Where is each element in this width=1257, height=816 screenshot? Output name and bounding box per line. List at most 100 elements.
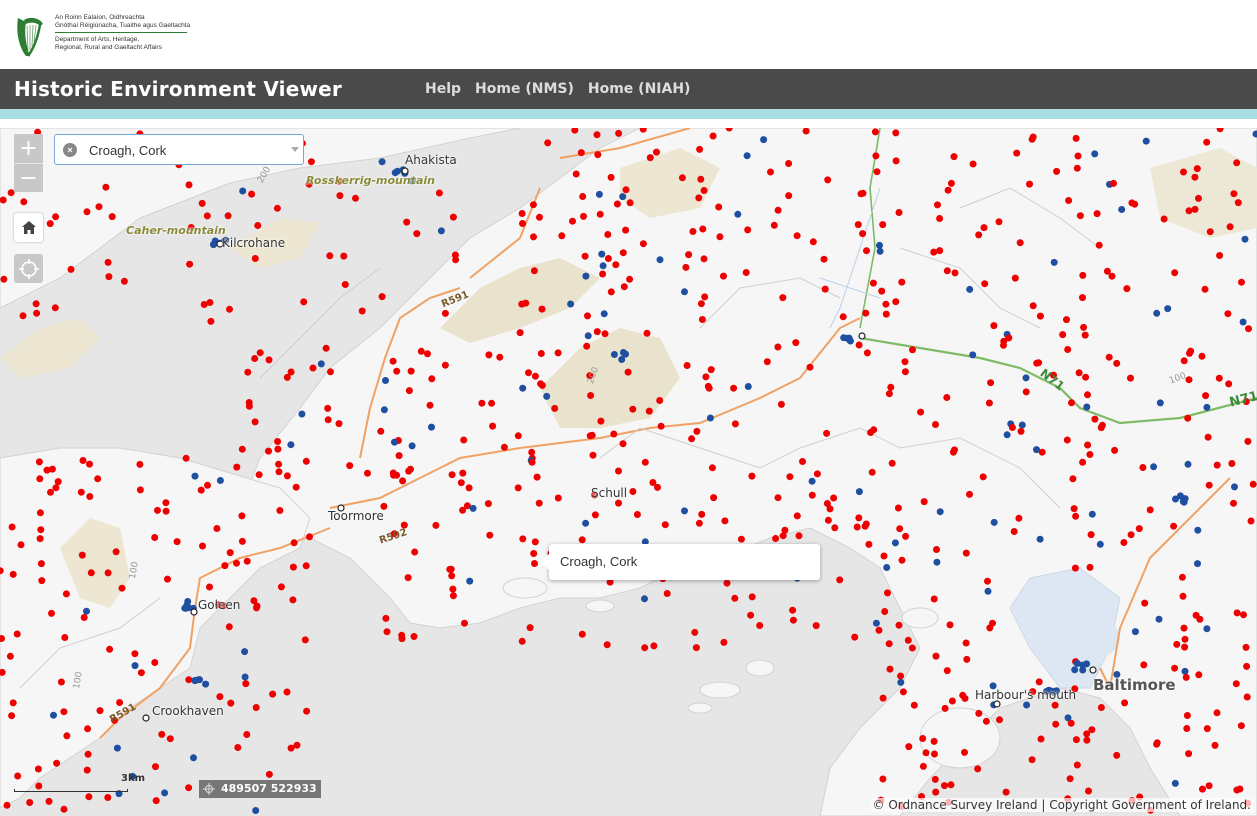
site-marker[interactable]: [34, 765, 42, 773]
site-marker[interactable]: [615, 499, 622, 507]
site-marker[interactable]: [417, 347, 425, 355]
site-marker[interactable]: [615, 129, 623, 137]
site-marker[interactable]: [1230, 499, 1237, 507]
site-marker[interactable]: [51, 304, 59, 312]
site-marker[interactable]: [1023, 701, 1031, 709]
site-marker[interactable]: [682, 263, 690, 271]
site-marker[interactable]: [961, 748, 968, 756]
site-marker[interactable]: [731, 420, 739, 428]
site-marker[interactable]: [245, 402, 253, 410]
site-marker[interactable]: [1096, 540, 1104, 548]
site-marker[interactable]: [275, 468, 283, 476]
site-marker[interactable]: [1155, 615, 1163, 623]
site-marker[interactable]: [990, 518, 998, 526]
site-marker[interactable]: [60, 708, 68, 716]
site-marker[interactable]: [216, 477, 224, 484]
site-marker[interactable]: [737, 535, 745, 543]
site-marker[interactable]: [554, 349, 562, 357]
site-marker[interactable]: [1194, 560, 1201, 568]
site-marker[interactable]: [578, 536, 586, 544]
site-marker[interactable]: [0, 275, 8, 283]
site-marker[interactable]: [763, 358, 771, 366]
site-marker[interactable]: [826, 505, 834, 513]
site-marker[interactable]: [1140, 661, 1148, 669]
site-marker[interactable]: [26, 799, 34, 806]
site-marker[interactable]: [1142, 137, 1150, 145]
site-marker[interactable]: [1191, 173, 1199, 181]
site-marker[interactable]: [1244, 437, 1252, 445]
site-marker[interactable]: [1093, 210, 1101, 218]
site-marker[interactable]: [466, 577, 474, 585]
site-marker[interactable]: [459, 469, 467, 477]
site-marker[interactable]: [274, 445, 282, 453]
site-marker[interactable]: [584, 312, 591, 320]
site-marker[interactable]: [793, 512, 801, 520]
site-marker[interactable]: [269, 690, 277, 698]
site-marker[interactable]: [221, 562, 229, 570]
site-marker[interactable]: [8, 523, 16, 531]
site-marker[interactable]: [859, 230, 867, 238]
site-marker[interactable]: [1113, 751, 1121, 759]
site-marker[interactable]: [408, 442, 416, 450]
site-marker[interactable]: [1064, 346, 1072, 353]
site-marker[interactable]: [216, 693, 224, 701]
site-marker[interactable]: [584, 332, 592, 340]
site-marker[interactable]: [689, 228, 697, 235]
site-marker[interactable]: [1083, 736, 1091, 744]
site-marker[interactable]: [695, 519, 703, 527]
site-marker[interactable]: [1203, 403, 1211, 411]
site-marker[interactable]: [1070, 505, 1078, 513]
site-marker[interactable]: [0, 567, 4, 575]
site-marker[interactable]: [905, 743, 913, 751]
site-marker[interactable]: [610, 351, 618, 358]
site-marker[interactable]: [1071, 666, 1079, 674]
site-marker[interactable]: [969, 351, 977, 359]
site-marker[interactable]: [1185, 750, 1193, 758]
site-marker[interactable]: [85, 793, 93, 801]
site-marker[interactable]: [1150, 463, 1158, 471]
site-marker[interactable]: [83, 607, 90, 615]
site-marker[interactable]: [880, 552, 888, 560]
site-marker[interactable]: [879, 775, 887, 783]
site-marker[interactable]: [872, 152, 880, 160]
zoom-out-button[interactable]: −: [14, 163, 43, 192]
site-marker[interactable]: [538, 381, 546, 389]
site-marker[interactable]: [20, 198, 28, 206]
site-marker[interactable]: [663, 590, 671, 597]
site-marker[interactable]: [830, 494, 838, 502]
site-marker[interactable]: [910, 701, 918, 709]
site-marker[interactable]: [484, 500, 492, 508]
site-marker[interactable]: [102, 183, 110, 191]
site-marker[interactable]: [290, 539, 298, 547]
site-marker[interactable]: [629, 405, 637, 413]
site-marker[interactable]: [1068, 399, 1075, 407]
site-marker[interactable]: [1180, 168, 1187, 176]
site-marker[interactable]: [252, 704, 260, 711]
site-marker[interactable]: [1003, 431, 1011, 439]
site-marker[interactable]: [1184, 414, 1192, 422]
site-marker[interactable]: [641, 595, 648, 603]
site-marker[interactable]: [774, 343, 782, 351]
site-marker[interactable]: [855, 488, 863, 496]
site-marker[interactable]: [688, 435, 696, 443]
site-marker[interactable]: [52, 213, 60, 221]
site-marker[interactable]: [996, 716, 1003, 724]
site-marker[interactable]: [518, 637, 526, 645]
site-marker[interactable]: [1173, 640, 1181, 648]
site-marker[interactable]: [136, 486, 144, 494]
site-marker[interactable]: [84, 725, 92, 733]
site-marker[interactable]: [1146, 506, 1154, 514]
site-marker[interactable]: [706, 414, 714, 422]
site-marker[interactable]: [975, 231, 983, 239]
site-marker[interactable]: [1141, 599, 1149, 607]
site-marker[interactable]: [300, 298, 308, 306]
site-marker[interactable]: [604, 255, 612, 262]
site-marker[interactable]: [485, 351, 493, 359]
site-marker[interactable]: [862, 309, 870, 317]
site-marker[interactable]: [1213, 461, 1221, 469]
site-marker[interactable]: [984, 577, 991, 585]
site-marker[interactable]: [702, 373, 710, 381]
site-marker[interactable]: [685, 251, 693, 259]
site-marker[interactable]: [151, 534, 159, 541]
site-marker[interactable]: [743, 152, 751, 160]
